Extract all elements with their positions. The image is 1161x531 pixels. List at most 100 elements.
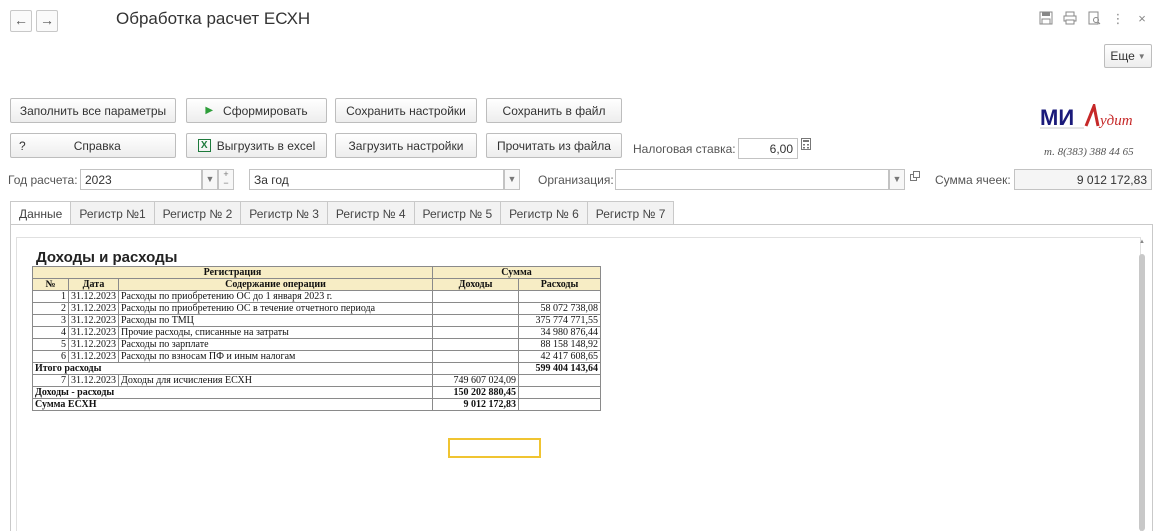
load-settings-button[interactable]: Загрузить настройки xyxy=(335,133,477,158)
cell-content[interactable]: Расходы по ТМЦ xyxy=(118,314,433,327)
preview-icon[interactable] xyxy=(1086,11,1102,27)
table-row[interactable]: 7 31.12.2023 Доходы для исчисления ЕСХН … xyxy=(32,374,601,387)
cell-content[interactable]: Прочие расходы, списанные на затраты xyxy=(118,326,433,339)
total-expenses-label[interactable]: Итого расходы xyxy=(32,362,433,375)
cell-income[interactable] xyxy=(432,350,519,363)
total-expenses-row[interactable]: Итого расходы 599 404 143,64 xyxy=(32,362,601,375)
tab-register-1[interactable]: Регистр №1 xyxy=(70,201,155,225)
tab-register-3[interactable]: Регистр № 3 xyxy=(240,201,328,225)
cell-content[interactable]: Расходы по зарплате xyxy=(118,338,433,351)
cell-no[interactable]: 6 xyxy=(32,350,69,363)
year-spinner[interactable]: + − xyxy=(218,169,234,190)
tax-row[interactable]: Сумма ЕСХН 9 012 172,83 xyxy=(32,398,601,411)
cell-content[interactable]: Расходы по приобретению ОС в течение отч… xyxy=(118,302,433,315)
cell-income[interactable] xyxy=(432,362,519,375)
diff-label[interactable]: Доходы - расходы xyxy=(32,386,433,399)
cell-date[interactable]: 31.12.2023 xyxy=(68,374,119,387)
cell-no[interactable]: 2 xyxy=(32,302,69,315)
save-settings-button[interactable]: Сохранить настройки xyxy=(335,98,477,123)
tab-register-5[interactable]: Регистр № 5 xyxy=(413,201,502,225)
cell-date[interactable]: 31.12.2023 xyxy=(68,326,119,339)
chevron-down-icon: ▼ xyxy=(1137,51,1146,61)
period-dropdown-button[interactable]: ▼ xyxy=(504,169,520,190)
cell-expense[interactable]: 88 158 148,92 xyxy=(518,338,601,351)
cell-expense[interactable] xyxy=(518,374,601,387)
more-button[interactable]: Еще ▼ xyxy=(1104,44,1152,68)
period-field[interactable]: За год xyxy=(249,169,504,190)
cell-income[interactable] xyxy=(432,326,519,339)
cell-expense[interactable]: 42 417 608,65 xyxy=(518,350,601,363)
cell-expense[interactable] xyxy=(518,290,601,303)
tab-register-2[interactable]: Регистр № 2 xyxy=(153,201,242,225)
cell-content[interactable]: Расходы по взносам ПФ и иным налогам xyxy=(118,350,433,363)
diff-value[interactable]: 150 202 880,45 xyxy=(432,386,519,399)
tax-value[interactable]: 9 012 172,83 xyxy=(432,398,519,411)
sum-cells-label: Сумма ячеек: xyxy=(935,173,1011,187)
scroll-up-icon[interactable]: ▲ xyxy=(1138,239,1146,245)
tab-data[interactable]: Данные xyxy=(10,201,72,226)
cell-content[interactable]: Доходы для исчисления ЕСХН xyxy=(118,374,433,387)
cell-expense[interactable]: 58 072 738,08 xyxy=(518,302,601,315)
tab-register-7[interactable]: Регистр № 7 xyxy=(586,201,675,225)
export-excel-label: Выгрузить в excel xyxy=(216,138,316,153)
save-file-button[interactable]: Сохранить в файл xyxy=(486,98,622,123)
cell-income[interactable] xyxy=(432,290,519,303)
table-row[interactable]: 4 31.12.2023 Прочие расходы, списанные н… xyxy=(32,326,601,339)
print-icon[interactable] xyxy=(1062,11,1078,27)
cell-content[interactable]: Расходы по приобретению ОС до 1 января 2… xyxy=(118,290,433,303)
cell-date[interactable]: 31.12.2023 xyxy=(68,314,119,327)
table-row[interactable]: 2 31.12.2023 Расходы по приобретению ОС … xyxy=(32,302,601,315)
diff-row[interactable]: Доходы - расходы 150 202 880,45 xyxy=(32,386,601,399)
cell-income[interactable] xyxy=(432,338,519,351)
table-row[interactable]: 5 31.12.2023 Расходы по зарплате 88 158 … xyxy=(32,338,601,351)
svg-text:удит: удит xyxy=(1098,113,1133,129)
cell-expense[interactable]: 375 774 771,55 xyxy=(518,314,601,327)
cell-date[interactable]: 31.12.2023 xyxy=(68,290,119,303)
calculator-icon[interactable] xyxy=(798,138,814,159)
header-registration: Регистрация xyxy=(32,266,433,279)
year-field[interactable]: 2023 xyxy=(80,169,202,190)
spin-icon: + − xyxy=(223,169,229,188)
save-icon[interactable] xyxy=(1038,11,1054,27)
cell-no[interactable]: 7 xyxy=(32,374,69,387)
cell-date[interactable]: 31.12.2023 xyxy=(68,302,119,315)
cell-date[interactable]: 31.12.2023 xyxy=(68,350,119,363)
year-dropdown-button[interactable]: ▼ xyxy=(202,169,218,190)
col-expense: Расходы xyxy=(518,278,601,291)
more-vertical-icon[interactable]: ⋮ xyxy=(1110,11,1126,27)
cell-income[interactable]: 749 607 024,09 xyxy=(432,374,519,387)
cell-no[interactable]: 1 xyxy=(32,290,69,303)
question-icon: ? xyxy=(19,138,26,153)
organization-field[interactable] xyxy=(615,169,889,190)
help-button[interactable]: ? Справка xyxy=(10,133,176,158)
cell-expense[interactable] xyxy=(518,398,601,411)
cell-no[interactable]: 4 xyxy=(32,326,69,339)
cell-date[interactable]: 31.12.2023 xyxy=(68,338,119,351)
total-expenses-value[interactable]: 599 404 143,64 xyxy=(518,362,601,375)
cell-expense[interactable] xyxy=(518,386,601,399)
table-row[interactable]: 3 31.12.2023 Расходы по ТМЦ 375 774 771,… xyxy=(32,314,601,327)
tab-register-4[interactable]: Регистр № 4 xyxy=(326,201,415,225)
cell-no[interactable]: 5 xyxy=(32,338,69,351)
scrollbar-thumb[interactable] xyxy=(1139,254,1145,531)
table-row[interactable]: 6 31.12.2023 Расходы по взносам ПФ и ины… xyxy=(32,350,601,363)
tab-register-6[interactable]: Регистр № 6 xyxy=(500,201,588,225)
generate-button[interactable]: ▶ Сформировать xyxy=(186,98,327,123)
cell-no[interactable]: 3 xyxy=(32,314,69,327)
cell-income[interactable] xyxy=(432,314,519,327)
fill-all-params-button[interactable]: Заполнить все параметры xyxy=(10,98,176,123)
forward-button[interactable]: → xyxy=(36,10,58,32)
export-excel-button[interactable]: X Выгрузить в excel xyxy=(186,133,327,158)
col-no: № xyxy=(32,278,69,291)
generate-label: Сформировать xyxy=(223,103,308,118)
cell-income[interactable] xyxy=(432,302,519,315)
organization-dropdown-button[interactable]: ▼ xyxy=(889,169,905,190)
open-icon[interactable] xyxy=(907,169,923,190)
table-row[interactable]: 1 31.12.2023 Расходы по приобретению ОС … xyxy=(32,290,601,303)
tax-rate-field[interactable]: 6,00 xyxy=(738,138,798,159)
back-button[interactable]: ← xyxy=(10,10,32,32)
close-icon[interactable]: × xyxy=(1134,11,1150,27)
tax-label[interactable]: Сумма ЕСХН xyxy=(32,398,433,411)
cell-expense[interactable]: 34 980 876,44 xyxy=(518,326,601,339)
read-file-button[interactable]: Прочитать из файла xyxy=(486,133,622,158)
